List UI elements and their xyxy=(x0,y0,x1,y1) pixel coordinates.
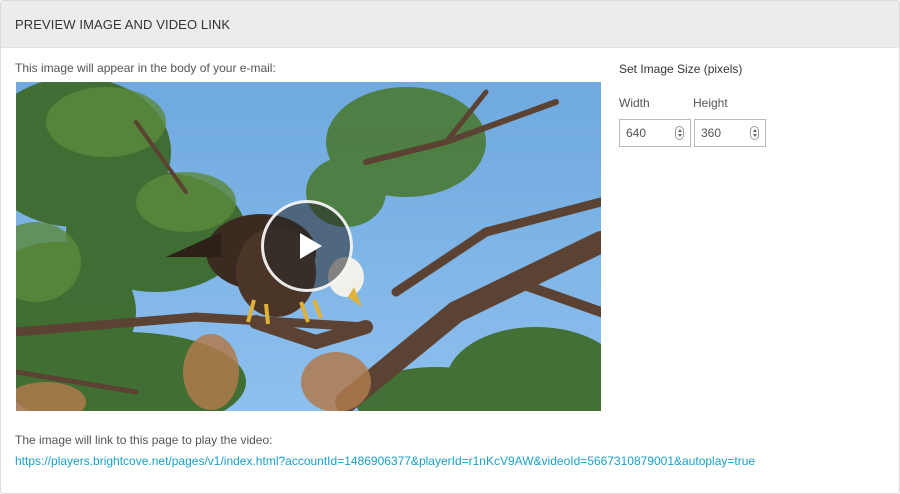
panel-header: PREVIEW IMAGE AND VIDEO LINK xyxy=(1,1,899,48)
height-label: Height xyxy=(693,96,728,110)
video-thumbnail[interactable] xyxy=(16,82,601,411)
width-stepper[interactable] xyxy=(619,119,691,147)
height-spin-icon[interactable] xyxy=(750,126,759,140)
video-page-link[interactable]: https://players.brightcove.net/pages/v1/… xyxy=(15,454,755,468)
link-caption: The image will link to this page to play… xyxy=(15,433,273,447)
image-size-title: Set Image Size (pixels) xyxy=(619,62,743,76)
width-label: Width xyxy=(619,96,650,110)
panel-title: PREVIEW IMAGE AND VIDEO LINK xyxy=(15,17,231,32)
play-icon xyxy=(299,233,322,259)
play-button[interactable] xyxy=(261,200,353,292)
width-spin-icon[interactable] xyxy=(675,126,684,140)
height-stepper[interactable] xyxy=(694,119,766,147)
preview-panel: PREVIEW IMAGE AND VIDEO LINK This image … xyxy=(0,0,900,494)
image-caption: This image will appear in the body of yo… xyxy=(15,61,276,75)
